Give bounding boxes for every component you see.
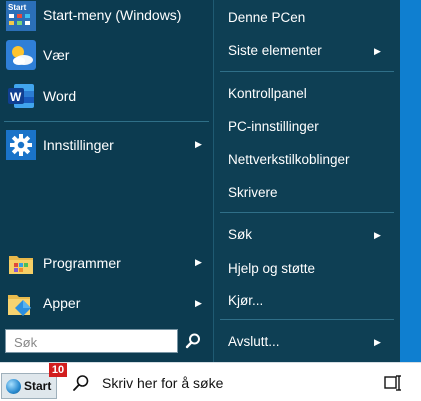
submenu-arrow-icon: ▶: [195, 298, 202, 308]
menu-separator: [220, 71, 394, 72]
menu-item-word[interactable]: W Word: [0, 80, 213, 112]
menu-item-label: Word: [43, 88, 77, 104]
submenu-arrow-icon: ▶: [195, 257, 202, 267]
start-search-input[interactable]: [12, 331, 176, 353]
menu-item-settings[interactable]: Innstillinger ▶: [0, 128, 213, 162]
desktop-background: [400, 0, 421, 362]
menu-item-start-menu-windows[interactable]: Start Start-meny (Windows): [0, 0, 213, 32]
start-button-label: Start: [24, 379, 52, 393]
menu-item-label: Kjør...: [228, 293, 264, 308]
menu-item-apps[interactable]: Apper ▶: [0, 285, 213, 321]
apps-folder-icon: [6, 288, 36, 318]
menu-item-label: Avslutt...: [228, 334, 280, 349]
start-menu-left-column: Start Start-meny (Windows) Vær W Word In…: [0, 0, 213, 362]
menu-item-label: Hjelp og støtte: [228, 261, 316, 276]
submenu-arrow-icon: ▶: [374, 46, 381, 56]
taskbar: Start 10 Skriv her for å søke: [0, 362, 421, 401]
menu-item-programs[interactable]: Programmer ▶: [0, 246, 213, 280]
submenu-arrow-icon: ▶: [195, 139, 202, 149]
menu-item-label: Apper: [43, 295, 81, 311]
menu-separator: [220, 319, 394, 320]
programs-icon: [6, 248, 36, 278]
start-menu-right-column: Denne PCen Siste elementer ▶ Kontrollpan…: [214, 0, 400, 362]
start-app-tile-text: Start: [8, 3, 27, 12]
menu-item-help-and-support[interactable]: Hjelp og støtte: [214, 256, 400, 282]
menu-item-label: Siste elementer: [228, 43, 322, 58]
taskbar-search-icon[interactable]: [72, 374, 90, 392]
menu-separator: [4, 121, 209, 122]
menu-item-label: Innstillinger: [43, 137, 114, 153]
submenu-arrow-icon: ▶: [374, 230, 381, 240]
menu-item-run[interactable]: Kjør...: [214, 288, 400, 314]
menu-item-label: Kontrollpanel: [228, 86, 307, 101]
menu-item-label: Start-meny (Windows): [43, 7, 182, 23]
menu-item-control-panel[interactable]: Kontrollpanel: [214, 81, 400, 107]
word-icon: W: [6, 81, 36, 111]
menu-item-search[interactable]: Søk ▶: [214, 222, 400, 248]
menu-item-weather[interactable]: Vær: [0, 38, 213, 72]
svg-text:W: W: [10, 90, 22, 104]
taskbar-search-box[interactable]: Skriv her for å søke: [102, 375, 223, 391]
settings-gear-icon: [6, 130, 36, 160]
menu-item-label: Vær: [43, 47, 70, 63]
menu-item-label: Nettverkstilkoblinger: [228, 152, 350, 167]
menu-item-label: Denne PCen: [228, 10, 306, 25]
menu-item-label: Søk: [228, 227, 253, 242]
number-badge: 10: [49, 363, 67, 377]
menu-item-printers[interactable]: Skrivere: [214, 180, 400, 206]
menu-item-this-pc[interactable]: Denne PCen: [214, 5, 400, 31]
weather-icon: [6, 40, 36, 70]
menu-item-shut-down[interactable]: Avslutt... ▶: [214, 329, 400, 355]
menu-item-recent-items[interactable]: Siste elementer ▶: [214, 38, 400, 64]
start-search-box[interactable]: [5, 329, 178, 353]
menu-item-label: PC-innstillinger: [228, 119, 319, 134]
menu-item-label: Skrivere: [228, 185, 278, 200]
menu-separator: [220, 212, 394, 213]
task-view-icon[interactable]: [384, 374, 402, 392]
start-menu-app-icon: Start: [6, 1, 36, 31]
search-icon[interactable]: [184, 332, 202, 350]
start-menu: Start Start-meny (Windows) Vær W Word In…: [0, 0, 400, 362]
menu-item-pc-settings[interactable]: PC-innstillinger: [214, 114, 400, 140]
menu-item-label: Programmer: [43, 255, 121, 271]
start-orb-icon: [6, 378, 21, 394]
menu-item-network-connections[interactable]: Nettverkstilkoblinger: [214, 147, 400, 173]
submenu-arrow-icon: ▶: [374, 337, 381, 347]
